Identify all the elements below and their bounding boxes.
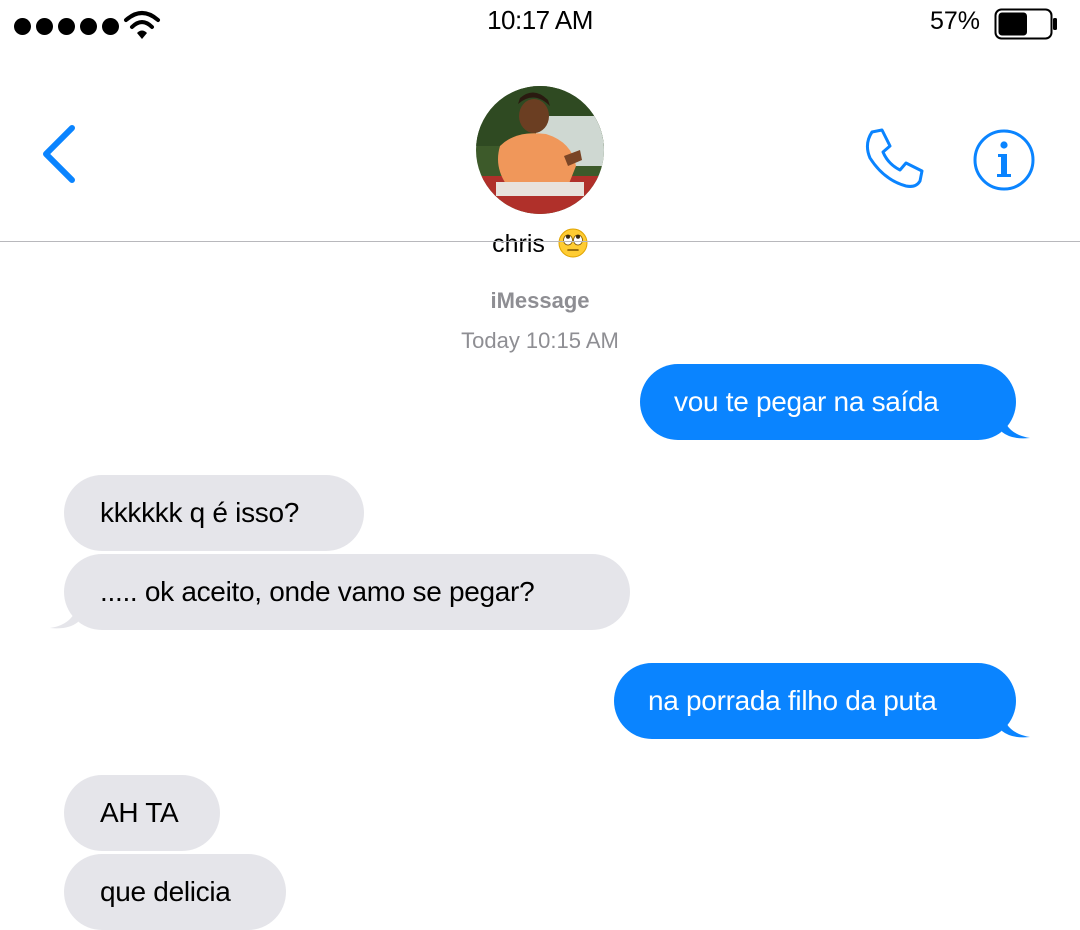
message-bubble-incoming[interactable]: AH TA (64, 775, 220, 851)
battery-icon (994, 8, 1057, 40)
message-timestamp: Today 10:15 AM (461, 328, 619, 353)
header-divider (0, 241, 1080, 242)
status-time: 10:17 AM (487, 5, 593, 35)
info-icon[interactable] (972, 128, 1036, 192)
contact-name-label: chris (492, 230, 545, 258)
message-bubble-outgoing[interactable]: na porrada filho da puta (614, 663, 1030, 739)
eye-roll-emoji-icon (558, 228, 588, 265)
message-text: que delicia (100, 876, 231, 907)
message-bubble-outgoing[interactable]: vou te pegar na saída (640, 364, 1030, 440)
bubble-tail (1002, 410, 1030, 439)
message-text: vou te pegar na saída (674, 386, 939, 417)
status-bar: 10:17 AM 57% (0, 0, 1080, 44)
contact-avatar[interactable] (476, 86, 604, 214)
service-label: iMessage (490, 288, 590, 313)
battery-percent: 57% (930, 7, 981, 35)
message-text: ..... ok aceito, onde vamo se pegar? (100, 576, 535, 607)
message-text: kkkkkk q é isso? (100, 497, 300, 528)
bubble-tail (50, 600, 78, 629)
conversation-header: chris (0, 44, 1080, 258)
message-bubble-incoming[interactable]: que delicia (64, 854, 286, 930)
bubble-tail (1002, 709, 1030, 738)
phone-icon[interactable] (858, 124, 928, 194)
message-bubble-incoming[interactable]: kkkkkk q é isso? (64, 475, 364, 551)
contact-name[interactable]: chris (0, 228, 1080, 265)
back-chevron-icon[interactable] (36, 122, 84, 186)
message-bubble-incoming[interactable]: ..... ok aceito, onde vamo se pegar? (50, 554, 630, 630)
message-text: AH TA (100, 797, 179, 828)
message-text: na porrada filho da puta (648, 685, 937, 716)
